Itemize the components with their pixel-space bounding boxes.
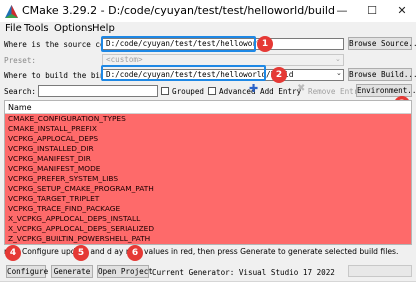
build-highlight-box [101,65,266,81]
remove-entry-x-icon: ✖ [297,83,306,94]
menu-options[interactable]: Options [54,23,93,34]
add-entry-button[interactable]: Add Entry [260,87,301,96]
minimize-button[interactable]: — [328,2,356,20]
table-row[interactable]: X_VCPKG_APPLOCAL_DEPS_SERIALIZED [5,224,411,234]
preset-label: Preset: [4,56,37,65]
menu-file[interactable]: File [5,23,22,34]
configure-button[interactable]: Configure [6,265,48,278]
table-row[interactable]: VCPKG_INSTALLED_DIR [5,144,411,154]
grouped-checkbox[interactable] [161,87,169,95]
annotation-badge-4: 4 [5,245,21,261]
cache-table[interactable]: Name CMAKE_CONFIGURATION_TYPES CMAKE_INST… [4,100,412,245]
table-row[interactable]: VCPKG_TARGET_TRIPLET [5,194,411,204]
add-entry-plus-icon: ✚ [249,82,259,95]
table-row[interactable]: VCPKG_TRACE_FIND_PACKAGE [5,204,411,214]
advanced-checkbox[interactable] [208,87,216,95]
window-title: CMake 3.29.2 - D:/code/cyuyan/test/test/… [22,4,335,17]
annotation-badge-6: 6 [127,245,143,261]
generate-button[interactable]: Generate [51,265,93,278]
search-input[interactable] [38,85,158,97]
browse-build-button[interactable]: Browse Build... [348,68,416,81]
annotation-badge-2: 2 [271,67,287,83]
close-button[interactable]: ✕ [388,2,416,20]
table-header-name[interactable]: Name [5,101,411,114]
generator-info: Current Generator: Visual Studio 17 2022 [152,268,335,277]
remove-entry-button: Remove Entry [308,87,363,96]
preset-chevron-down-icon: ⌄ [335,55,341,63]
table-row[interactable]: Z_VCPKG_BUILTIN_POWERSHELL_PATH [5,234,411,244]
progress-bar [348,265,412,277]
table-row[interactable]: X_VCPKG_APPLOCAL_DEPS_INSTALL [5,214,411,224]
grouped-label: Grouped [172,87,205,96]
search-label: Search: [4,87,37,96]
open-project-button[interactable]: Open Project [97,265,153,278]
annotation-badge-5: 5 [73,245,89,261]
source-highlight-box [101,36,256,52]
build-chevron-down-icon[interactable]: ⌄ [336,69,342,77]
environment-button[interactable]: Environment... [356,84,416,97]
table-row[interactable]: VCPKG_MANIFEST_DIR [5,154,411,164]
menu-tools[interactable]: Tools [24,23,49,34]
table-row[interactable]: CMAKE_INSTALL_PREFIX [5,124,411,134]
maximize-button[interactable]: ☐ [358,2,386,20]
table-rows: CMAKE_CONFIGURATION_TYPES CMAKE_INSTALL_P… [5,114,411,244]
table-row[interactable]: VCPKG_PREFER_SYSTEM_LIBS [5,174,411,184]
table-row[interactable]: VCPKG_MANIFEST_MODE [5,164,411,174]
table-row[interactable]: VCPKG_APPLOCAL_DEPS [5,134,411,144]
browse-source-button[interactable]: Browse Source... [348,37,416,50]
cmake-logo-icon [5,5,18,18]
table-row[interactable]: VCPKG_SETUP_CMAKE_PROGRAM_PATH [5,184,411,194]
menu-help[interactable]: Help [92,23,115,34]
table-row[interactable]: CMAKE_CONFIGURATION_TYPES [5,114,411,124]
status-message: ress Configure update and d ay new value… [4,247,399,256]
annotation-badge-1: 1 [257,36,273,52]
